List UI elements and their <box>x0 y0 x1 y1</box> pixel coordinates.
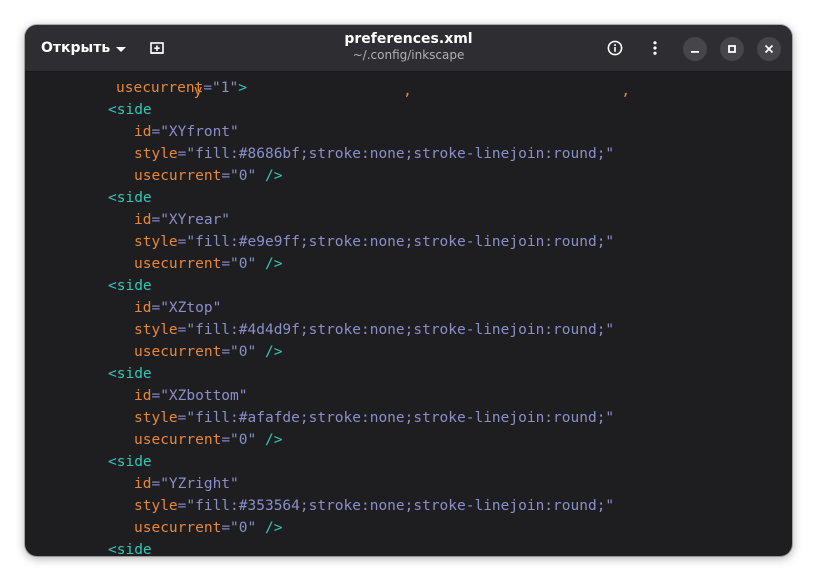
attr-value: "XZbottom" <box>160 388 248 404</box>
code-line: id="XYrear" <box>134 209 230 231</box>
code-line: <side <box>108 187 152 209</box>
code-line: usecurrent="0" /> <box>134 517 282 539</box>
attr-equals: = <box>221 168 231 184</box>
attr-value: "fill:#8686bf;stroke:none;stroke-linejoi… <box>186 146 615 162</box>
window-subtitle: ~/.config/inkscape <box>352 48 465 62</box>
code-line: <side <box>108 363 152 385</box>
maximize-icon <box>728 45 736 53</box>
attr-name: style <box>134 498 178 514</box>
attr-name: id <box>134 476 152 492</box>
attr-equals: = <box>221 256 231 272</box>
window-title: preferences.xml <box>344 31 473 47</box>
attr-value: "fill:#353564;stroke:none;stroke-linejoi… <box>186 498 615 514</box>
attr-value: "fill:#e9e9ff;stroke:none;stroke-linejoi… <box>186 234 615 250</box>
code-line: usecurrent="0" /> <box>134 165 282 187</box>
code-line: id="XYfront" <box>134 121 239 143</box>
attr-name: id <box>134 124 152 140</box>
close-button[interactable] <box>757 37 781 61</box>
attr-name: style <box>134 410 178 426</box>
attr-value: "0" <box>230 344 257 360</box>
tag-open: <side <box>108 454 152 470</box>
code-line: usecurrent="1"> <box>116 77 247 99</box>
minimize-button[interactable] <box>683 37 707 61</box>
code-editor[interactable]: y , , usecurrent="1"> <side id="XYfront"… <box>25 72 792 556</box>
info-icon <box>607 40 623 56</box>
new-tab-button[interactable] <box>147 38 167 58</box>
attr-equals: = <box>151 476 161 492</box>
code-line: style="fill:#e9e9ff;stroke:none;stroke-l… <box>134 231 614 253</box>
code-line: usecurrent="0" /> <box>134 253 282 275</box>
minimize-icon <box>691 51 699 53</box>
tag-open: <side <box>108 278 152 294</box>
header-bar: Открыть preferences.xml ~/.config/inksca… <box>25 25 792 72</box>
attr-equals: = <box>221 520 231 536</box>
attr-equals: = <box>151 388 161 404</box>
tag-self-close: /> <box>256 344 283 360</box>
tag-self-close: /> <box>256 432 283 448</box>
code-line: id="XZtop" <box>134 297 221 319</box>
attr-name: usecurrent <box>134 168 222 184</box>
code-line: id="YZright" <box>134 473 239 495</box>
attr-name: id <box>134 388 152 404</box>
open-button-label: Открыть <box>41 40 111 56</box>
title-area: preferences.xml ~/.config/inkscape <box>25 31 792 63</box>
attr-name: id <box>134 212 152 228</box>
main-menu-button[interactable] <box>645 38 665 58</box>
attr-equals: = <box>151 300 161 316</box>
tag-end: > <box>238 80 247 96</box>
close-icon <box>764 44 774 54</box>
tag-open: <side <box>108 102 152 118</box>
maximize-button[interactable] <box>720 37 744 61</box>
text-editor-window: Открыть preferences.xml ~/.config/inksca… <box>25 25 792 556</box>
attr-value: "0" <box>230 432 257 448</box>
tag-open: <side <box>108 366 152 382</box>
code-line: <side <box>108 539 152 556</box>
attr-equals: = <box>221 432 231 448</box>
chevron-down-icon <box>116 46 127 52</box>
attr-value: "fill:#4d4d9f;stroke:none;stroke-linejoi… <box>186 322 615 338</box>
attr-name: usecurrent <box>134 520 222 536</box>
attr-value: "1" <box>212 80 239 96</box>
new-tab-icon <box>150 42 164 54</box>
attr-value: "0" <box>230 256 257 272</box>
attr-name: style <box>134 322 178 338</box>
code-line: <side <box>108 99 152 121</box>
code-line: style="fill:#afafde;stroke:none;stroke-l… <box>134 407 614 429</box>
attr-equals: = <box>221 344 231 360</box>
tag-open: <side <box>108 542 152 556</box>
kebab-menu-icon <box>653 41 657 55</box>
code-line: style="fill:#353564;stroke:none;stroke-l… <box>134 495 614 517</box>
attr-value: "XZtop" <box>160 300 222 316</box>
code-line: usecurrent="0" /> <box>134 429 282 451</box>
attr-value: "XYfront" <box>160 124 239 140</box>
attr-name: usecurrent <box>134 432 222 448</box>
open-button[interactable]: Открыть <box>35 34 132 62</box>
attr-name: style <box>134 234 178 250</box>
attr-name: id <box>134 300 152 316</box>
attr-name: usecurrent <box>134 256 222 272</box>
code-line: id="XZbottom" <box>134 385 248 407</box>
tag-self-close: /> <box>256 520 283 536</box>
attr-value: "fill:#afafde;stroke:none;stroke-linejoi… <box>186 410 615 426</box>
attr-name: usecurrent <box>116 80 204 96</box>
document-info-button[interactable] <box>605 38 625 58</box>
attr-value: "XYrear" <box>160 212 231 228</box>
code-line: style="fill:#8686bf;stroke:none;stroke-l… <box>134 143 614 165</box>
attr-value: "0" <box>230 168 257 184</box>
attr-value: "YZright" <box>160 476 239 492</box>
attr-equals: = <box>151 212 161 228</box>
tag-self-close: /> <box>256 256 283 272</box>
attr-name: style <box>134 146 178 162</box>
code-line: <side <box>108 275 152 297</box>
code-line: <side <box>108 451 152 473</box>
code-line: usecurrent="0" /> <box>134 341 282 363</box>
attr-equals: = <box>203 80 213 96</box>
attr-name: usecurrent <box>134 344 222 360</box>
attr-value: "0" <box>230 520 257 536</box>
attr-equals: = <box>151 124 161 140</box>
tag-self-close: /> <box>256 168 283 184</box>
code-line: style="fill:#4d4d9f;stroke:none;stroke-l… <box>134 319 614 341</box>
tag-open: <side <box>108 190 152 206</box>
